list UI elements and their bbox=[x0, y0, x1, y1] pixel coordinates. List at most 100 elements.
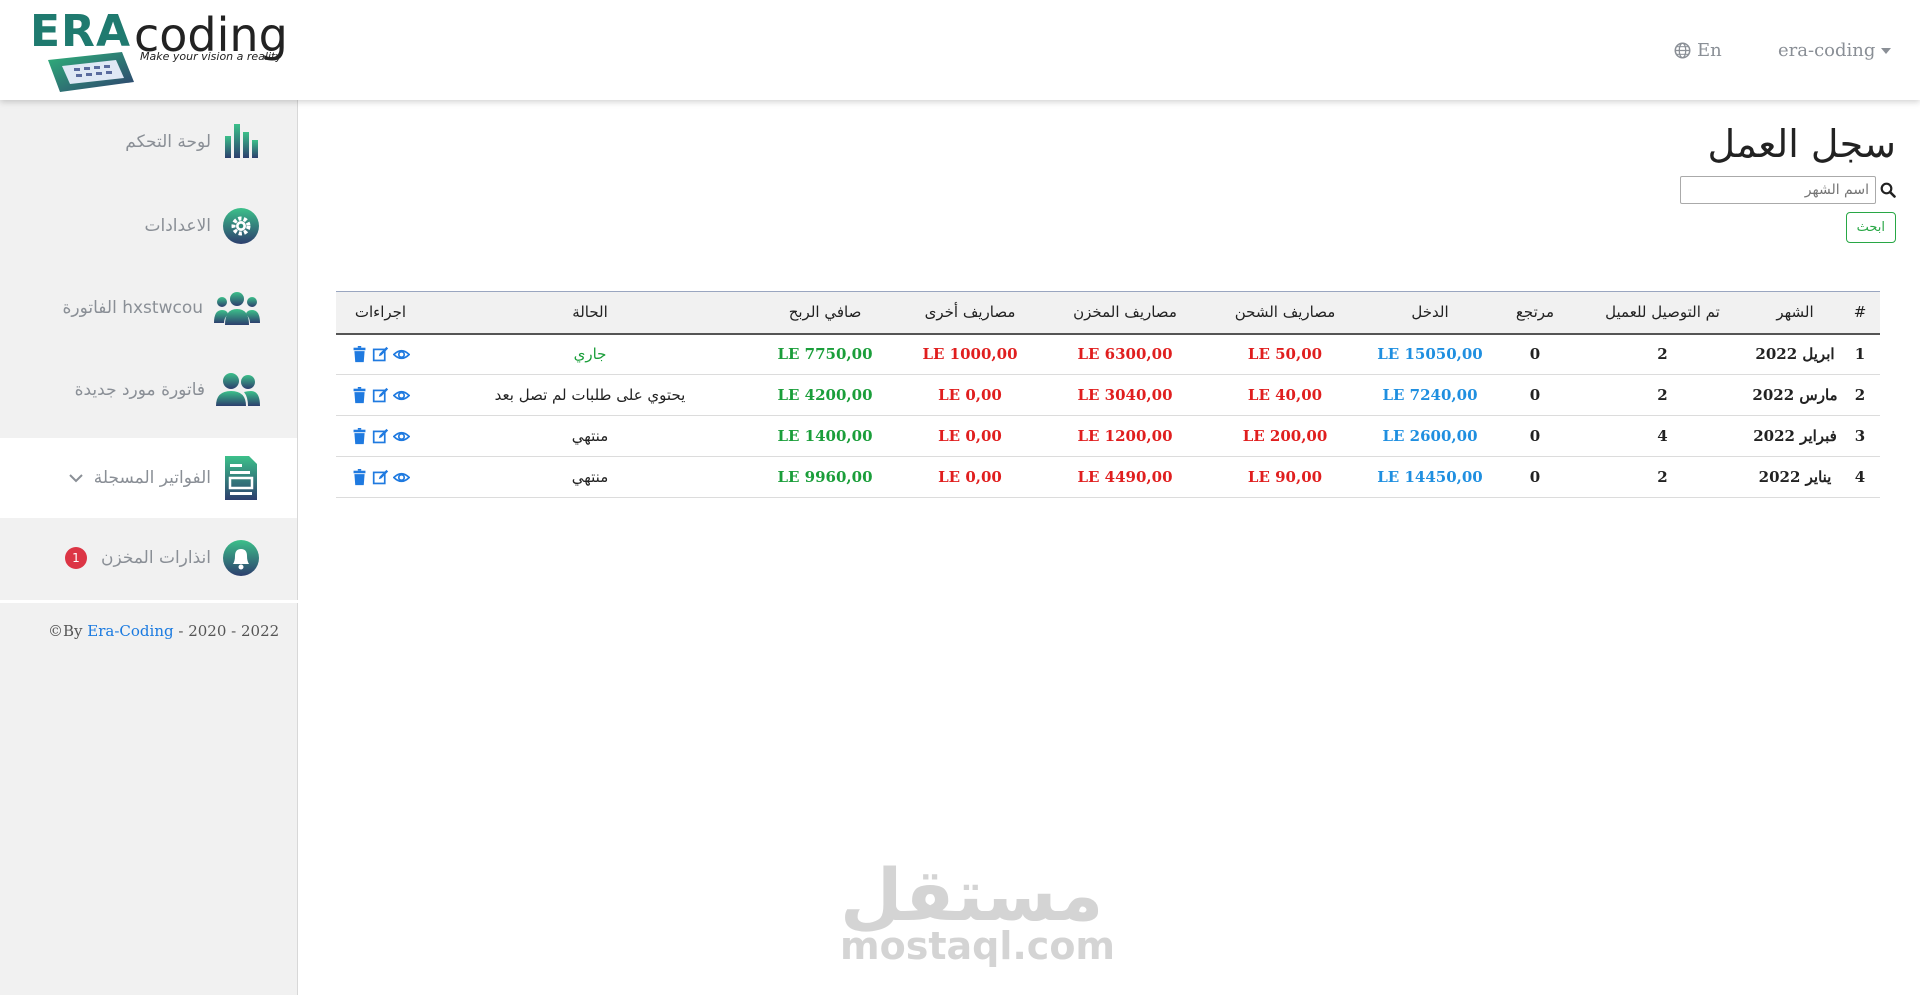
row-month: يناير 2022 bbox=[1750, 456, 1840, 498]
row-income: LE 2600,00 bbox=[1365, 415, 1495, 457]
bar-chart-icon bbox=[221, 122, 261, 162]
delete-trash-icon[interactable] bbox=[351, 345, 368, 363]
sidebar-item-dashboard[interactable]: لوحة التحكم bbox=[0, 114, 297, 170]
edit-icon[interactable] bbox=[372, 428, 389, 445]
view-eye-icon[interactable] bbox=[393, 469, 410, 486]
row-number: 1 bbox=[1840, 333, 1880, 375]
sidebar-item-stock-alerts[interactable]: 1 انذارات المخزن bbox=[0, 530, 297, 586]
row-other: LE 0,00 bbox=[895, 374, 1045, 416]
language-label: En bbox=[1697, 40, 1722, 61]
row-profit: LE 7750,00 bbox=[755, 333, 895, 375]
user-name: era-coding bbox=[1778, 40, 1876, 61]
row-income: LE 14450,00 bbox=[1365, 456, 1495, 498]
row-number: 4 bbox=[1840, 456, 1880, 498]
col-header-shipping: مصاريف الشحن bbox=[1234, 303, 1336, 322]
logo-era-text: ERA bbox=[30, 6, 131, 57]
row-income: LE 7240,00 bbox=[1365, 374, 1495, 416]
gear-icon bbox=[221, 206, 261, 246]
row-delivered: 2 bbox=[1575, 333, 1750, 375]
row-shipping: LE 200,00 bbox=[1205, 415, 1365, 457]
sidebar-footer: ©By Era-Coding - 2020 - 2022 bbox=[48, 622, 279, 640]
alerts-count-badge: 1 bbox=[64, 547, 87, 569]
row-returned: 0 bbox=[1495, 333, 1575, 375]
delete-trash-icon[interactable] bbox=[351, 468, 368, 486]
era-coding-logo[interactable]: ERA coding Make your vision a reality bbox=[30, 6, 330, 96]
row-storage: LE 1200,00 bbox=[1045, 415, 1205, 457]
view-eye-icon[interactable] bbox=[393, 346, 410, 363]
col-header-actions: اجراءات bbox=[354, 303, 407, 322]
row-other: LE 0,00 bbox=[895, 415, 1045, 457]
col-header-other: مصاريف أخرى bbox=[924, 303, 1016, 322]
delete-trash-icon[interactable] bbox=[351, 386, 368, 404]
row-actions bbox=[336, 333, 425, 375]
row-profit: LE 1400,00 bbox=[755, 415, 895, 457]
row-returned: 0 bbox=[1495, 415, 1575, 457]
row-actions bbox=[336, 374, 425, 416]
col-header-status: الحالة bbox=[572, 303, 608, 322]
sidebar: لوحة التحكم الاعدادات الفاتورة hxstwcou bbox=[0, 100, 298, 995]
month-search-input[interactable] bbox=[1680, 176, 1876, 204]
edit-icon[interactable] bbox=[372, 469, 389, 486]
footer-era-coding-link[interactable]: Era-Coding bbox=[87, 622, 173, 640]
sidebar-item-label: الاعدادات bbox=[144, 216, 211, 236]
sidebar-divider bbox=[0, 600, 298, 603]
search-bar bbox=[1680, 176, 1896, 204]
table-row: 1 ابريل 2022 2 0 LE 15050,00 LE 50,00 LE 6300,… bbox=[336, 333, 1880, 375]
col-header-month: الشهر bbox=[1776, 303, 1814, 322]
row-returned: 0 bbox=[1495, 374, 1575, 416]
users-group-icon bbox=[213, 288, 261, 328]
sidebar-item-invoice[interactable]: الفاتورة hxstwcou bbox=[0, 280, 297, 336]
edit-icon[interactable] bbox=[372, 387, 389, 404]
row-returned: 0 bbox=[1495, 456, 1575, 498]
row-actions bbox=[336, 456, 425, 498]
row-other: LE 0,00 bbox=[895, 456, 1045, 498]
sidebar-item-new-supplier-invoice[interactable]: فاتورة مورد جديدة bbox=[0, 362, 297, 418]
language-switcher[interactable]: En bbox=[1674, 40, 1722, 61]
row-status: جاري bbox=[425, 333, 755, 375]
search-button[interactable]: ابحث bbox=[1845, 212, 1896, 243]
row-profit: LE 9960,00 bbox=[755, 456, 895, 498]
chevron-down-icon[interactable] bbox=[68, 472, 84, 484]
view-eye-icon[interactable] bbox=[393, 428, 410, 445]
row-status: منتهي bbox=[425, 415, 755, 457]
row-shipping: LE 40,00 bbox=[1205, 374, 1365, 416]
caret-down-icon bbox=[1881, 47, 1892, 54]
user-menu-dropdown[interactable]: era-coding bbox=[1778, 40, 1892, 61]
footer-years: - 2020 - 2022 bbox=[178, 622, 280, 640]
col-header-income: الدخل bbox=[1411, 303, 1449, 322]
row-month: ابريل 2022 bbox=[1750, 333, 1840, 375]
col-header-number: # bbox=[1853, 303, 1867, 322]
row-actions bbox=[336, 415, 425, 457]
watermark-arabic: مستقل bbox=[840, 853, 1104, 937]
col-header-returned: مرتجع bbox=[1515, 303, 1555, 322]
sidebar-item-settings[interactable]: الاعدادات bbox=[0, 198, 297, 254]
view-eye-icon[interactable] bbox=[393, 387, 410, 404]
row-shipping: LE 90,00 bbox=[1205, 456, 1365, 498]
table-header-row: # الشهر تم التوصيل للعميل مرتجع الدخل مص… bbox=[336, 291, 1880, 334]
table-row: 2 مارس 2022 2 0 LE 7240,00 LE 40,00 LE 3040,00… bbox=[336, 374, 1880, 416]
col-header-profit: صافي الربح bbox=[788, 303, 862, 322]
sidebar-item-registered-invoices[interactable]: الفواتير المسجلة bbox=[0, 438, 297, 518]
invoice-file-icon bbox=[221, 456, 261, 500]
row-status: يحتوي على طلبات لم تصل بعد bbox=[425, 374, 755, 416]
sidebar-item-label: فاتورة مورد جديدة bbox=[74, 380, 205, 400]
row-shipping: LE 50,00 bbox=[1205, 333, 1365, 375]
sidebar-item-label: الفواتير المسجلة bbox=[93, 468, 211, 488]
row-storage: LE 3040,00 bbox=[1045, 374, 1205, 416]
row-month: مارس 2022 bbox=[1750, 374, 1840, 416]
globe-icon bbox=[1674, 42, 1691, 59]
edit-icon[interactable] bbox=[372, 346, 389, 363]
col-header-delivered: تم التوصيل للعميل bbox=[1605, 303, 1720, 322]
sidebar-item-label: انذارات المخزن bbox=[100, 548, 211, 568]
row-profit: LE 4200,00 bbox=[755, 374, 895, 416]
row-status: منتهي bbox=[425, 456, 755, 498]
row-delivered: 2 bbox=[1575, 374, 1750, 416]
delete-trash-icon[interactable] bbox=[351, 427, 368, 445]
page-title: سجل العمل bbox=[1707, 122, 1896, 166]
table-row: 3 فبراير 2022 4 0 LE 2600,00 LE 200,00 LE 1200… bbox=[336, 415, 1880, 457]
top-navbar: ERA coding Make your vision a reality En… bbox=[0, 0, 1920, 100]
work-log-table: # الشهر تم التوصيل للعميل مرتجع الدخل مص… bbox=[336, 291, 1880, 498]
search-icon bbox=[1880, 182, 1896, 198]
row-storage: LE 6300,00 bbox=[1045, 333, 1205, 375]
row-month: فبراير 2022 bbox=[1750, 415, 1840, 457]
